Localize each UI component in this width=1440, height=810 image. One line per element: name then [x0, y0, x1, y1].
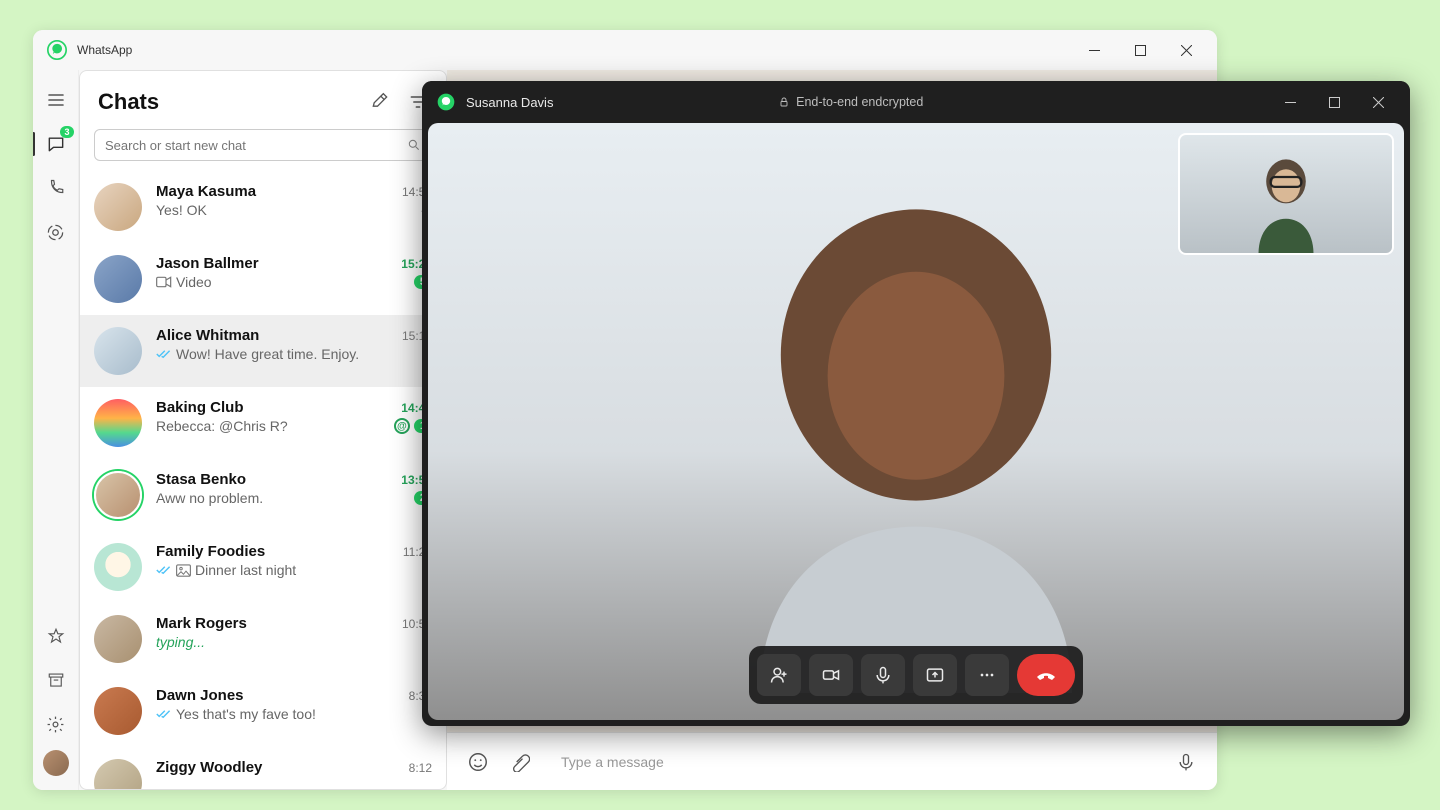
chat-avatar — [94, 399, 142, 447]
chat-name: Family Foodies — [156, 543, 403, 560]
read-ticks-icon — [156, 708, 172, 720]
chat-avatar — [94, 255, 142, 303]
chat-item[interactable]: Stasa Benko13:55Aww no problem.2 — [80, 459, 446, 531]
chat-avatar — [94, 759, 142, 789]
chat-name: Alice Whitman — [156, 327, 402, 344]
call-minimize-button[interactable] — [1268, 87, 1312, 117]
chat-name: Stasa Benko — [156, 471, 401, 488]
encryption-text: End-to-end endcrypted — [796, 95, 923, 109]
chat-list-title: Chats — [98, 89, 159, 115]
chat-preview: Aww no problem. — [156, 490, 410, 506]
photo-icon — [176, 564, 191, 577]
chat-avatar — [94, 471, 142, 519]
nav-status[interactable] — [38, 214, 74, 250]
new-chat-button[interactable] — [370, 92, 390, 112]
chat-preview: Video — [176, 274, 410, 290]
chat-item[interactable]: Jason Ballmer15:21Video5 — [80, 243, 446, 315]
chat-name: Maya Kasuma — [156, 183, 402, 200]
close-button[interactable] — [1163, 30, 1209, 70]
lock-icon — [778, 96, 790, 108]
chat-name: Jason Ballmer — [156, 255, 401, 272]
nav-starred[interactable] — [38, 618, 74, 654]
chat-preview: Wow! Have great time. Enjoy. — [176, 346, 432, 362]
chat-preview: Yes that's my fave too! — [176, 706, 432, 722]
chat-item[interactable]: Family Foodies11:23Dinner last night — [80, 531, 446, 603]
nav-rail: 3 — [33, 70, 79, 790]
chat-preview: Dinner last night — [195, 562, 432, 578]
maximize-button[interactable] — [1117, 30, 1163, 70]
emoji-button[interactable] — [467, 751, 489, 773]
menu-button[interactable] — [38, 82, 74, 118]
end-call-button[interactable] — [1017, 654, 1075, 696]
call-window: Susanna Davis End-to-end endcrypted — [422, 81, 1410, 726]
call-maximize-button[interactable] — [1312, 87, 1356, 117]
nav-calls[interactable] — [38, 170, 74, 206]
remote-person — [656, 173, 1176, 693]
video-icon — [156, 276, 172, 288]
compose-input[interactable]: Type a message — [551, 754, 1155, 770]
toggle-mic-button[interactable] — [861, 654, 905, 696]
chat-preview: typing... — [156, 634, 432, 650]
call-close-button[interactable] — [1356, 87, 1400, 117]
chat-name: Dawn Jones — [156, 687, 409, 704]
local-video-pip[interactable] — [1178, 133, 1394, 255]
nav-chats[interactable]: 3 — [38, 126, 74, 162]
app-name: WhatsApp — [77, 43, 132, 57]
call-titlebar: Susanna Davis End-to-end endcrypted — [422, 81, 1410, 123]
add-participant-button[interactable] — [757, 654, 801, 696]
more-options-button[interactable] — [965, 654, 1009, 696]
chat-name: Ziggy Woodley — [156, 759, 409, 776]
chat-name: Baking Club — [156, 399, 401, 416]
titlebar: WhatsApp — [33, 30, 1217, 70]
share-screen-button[interactable] — [913, 654, 957, 696]
search-box[interactable] — [94, 129, 432, 161]
toggle-camera-button[interactable] — [809, 654, 853, 696]
read-ticks-icon — [156, 348, 172, 360]
search-icon — [407, 138, 421, 152]
chat-list[interactable]: Maya Kasuma14:57Yes! OKJason Ballmer15:2… — [80, 171, 446, 789]
compose-bar: Type a message — [447, 732, 1217, 790]
chat-time: 8:12 — [409, 761, 432, 775]
chat-item[interactable]: Dawn Jones8:32Yes that's my fave too! — [80, 675, 446, 747]
chat-avatar — [94, 615, 142, 663]
window-controls — [1071, 30, 1209, 70]
mic-button[interactable] — [1175, 751, 1197, 773]
search-input[interactable] — [105, 138, 407, 153]
chat-item[interactable]: Mark Rogers10:58typing... — [80, 603, 446, 675]
chat-avatar — [94, 543, 142, 591]
chat-avatar — [94, 687, 142, 735]
whatsapp-icon — [47, 40, 67, 60]
nav-settings[interactable] — [38, 706, 74, 742]
chat-avatar — [94, 183, 142, 231]
chats-badge: 3 — [60, 126, 73, 138]
chat-avatar — [94, 327, 142, 375]
chat-item[interactable]: Baking Club14:49Rebecca: @Chris R?@1 — [80, 387, 446, 459]
chat-item[interactable]: Alice Whitman15:12Wow! Have great time. … — [80, 315, 446, 387]
profile-avatar[interactable] — [43, 750, 69, 776]
chat-list-panel: Chats Maya Kasuma14:57Yes! OKJason Ballm… — [79, 70, 447, 790]
chat-item[interactable]: Maya Kasuma14:57Yes! OK — [80, 171, 446, 243]
chat-name: Mark Rogers — [156, 615, 402, 632]
read-ticks-icon — [156, 564, 172, 576]
encryption-label: End-to-end endcrypted — [433, 95, 1268, 109]
minimize-button[interactable] — [1071, 30, 1117, 70]
remote-video — [428, 123, 1404, 720]
call-toolbar — [749, 646, 1083, 704]
nav-archive[interactable] — [38, 662, 74, 698]
mention-badge: @ — [394, 418, 410, 434]
local-person — [1231, 144, 1341, 254]
chat-preview: Rebecca: @Chris R? — [156, 418, 390, 434]
chat-item[interactable]: Ziggy Woodley8:12 — [80, 747, 446, 789]
attach-button[interactable] — [509, 751, 531, 773]
chat-preview: Yes! OK — [156, 202, 416, 218]
chat-list-header: Chats — [80, 71, 446, 125]
